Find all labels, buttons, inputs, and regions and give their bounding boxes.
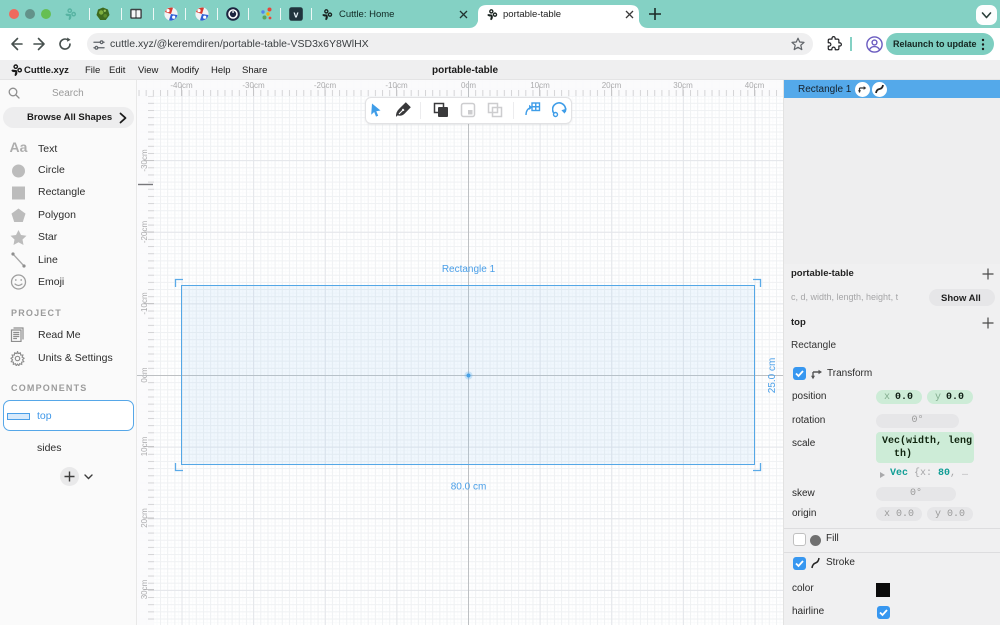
svg-text:-20cm: -20cm	[140, 221, 149, 244]
svg-text:30cm: 30cm	[673, 81, 693, 90]
svg-text:-10cm: -10cm	[140, 292, 149, 315]
svg-text:v: v	[293, 10, 298, 20]
svg-text:40cm: 40cm	[745, 81, 765, 90]
svg-text:-30cm: -30cm	[242, 81, 265, 90]
svg-text:30cm: 30cm	[140, 579, 149, 599]
svg-text:20cm: 20cm	[602, 81, 622, 90]
svg-text:10cm: 10cm	[140, 436, 149, 456]
svg-text:-30cm: -30cm	[140, 149, 149, 172]
svg-text:Rectangle 1: Rectangle 1	[442, 264, 496, 275]
svg-text:-20cm: -20cm	[314, 81, 337, 90]
svg-text:0cm: 0cm	[140, 367, 149, 382]
svg-text:-40cm: -40cm	[170, 81, 193, 90]
svg-text:-10cm: -10cm	[385, 81, 408, 90]
svg-text:25.0 cm: 25.0 cm	[767, 358, 778, 394]
svg-text:80.0 cm: 80.0 cm	[451, 482, 487, 493]
svg-text:20cm: 20cm	[140, 508, 149, 528]
svg-text:10cm: 10cm	[530, 81, 550, 90]
